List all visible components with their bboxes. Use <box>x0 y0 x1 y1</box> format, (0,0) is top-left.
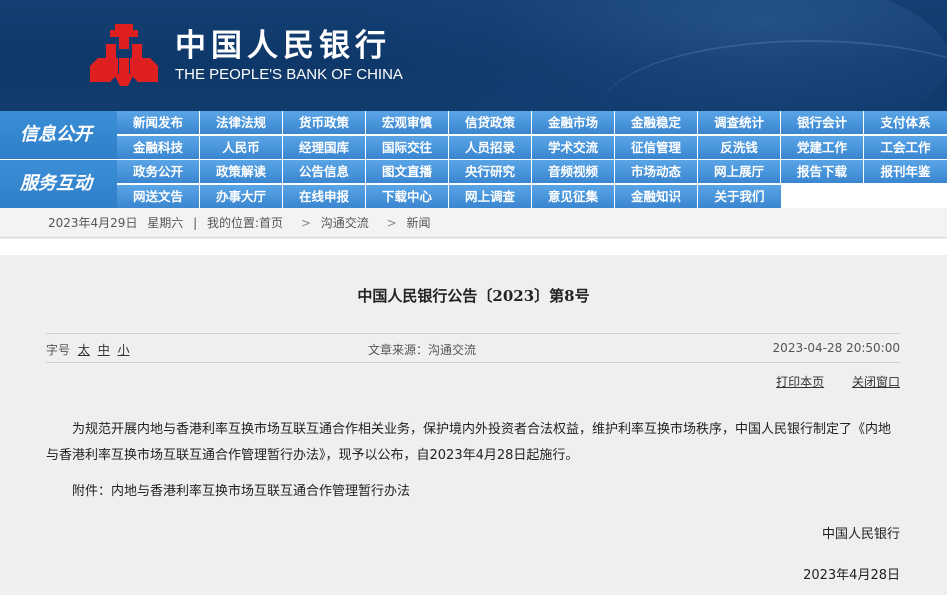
nav-group-info: 信息公开 新闻发布 法律法规 货币政策 宏观审慎 信贷政策 金融市场 金融稳定 … <box>0 111 947 159</box>
article-meta: 字号 太 中 小 文章来源：沟通交流 2023-04-28 20:50:00 <box>46 333 900 363</box>
article-title: 中国人民银行公告〔2023〕第8号 <box>357 287 590 305</box>
nav-item[interactable]: 新闻发布 <box>117 111 200 134</box>
font-size-large-link[interactable]: 太 <box>78 343 90 357</box>
current-date: 2023年4月29日 <box>48 216 138 230</box>
chevron-right-icon: > <box>386 216 397 230</box>
breadcrumb-home-link[interactable]: 首页 <box>259 216 283 230</box>
font-size-controls: 字号 太 中 小 <box>46 341 130 358</box>
article-signature: 中国人民银行 <box>821 527 900 542</box>
nav-row: 新闻发布 法律法规 货币政策 宏观审慎 信贷政策 金融市场 金融稳定 调查统计 … <box>117 111 947 134</box>
nav-item[interactable]: 支付体系 <box>864 111 947 134</box>
nav-item[interactable]: 图文直播 <box>366 160 449 183</box>
font-size-medium-link[interactable]: 中 <box>98 343 110 357</box>
nav-item[interactable]: 网上展厅 <box>698 160 781 183</box>
main-nav: 信息公开 新闻发布 法律法规 货币政策 宏观审慎 信贷政策 金融市场 金融稳定 … <box>0 111 947 208</box>
breadcrumb-divider: | <box>193 216 198 230</box>
nav-item[interactable]: 货币政策 <box>283 111 366 134</box>
article-source: 文章来源：沟通交流 <box>368 343 477 357</box>
nav-item[interactable]: 金融知识 <box>615 185 698 208</box>
nav-item[interactable]: 公告信息 <box>283 160 366 183</box>
nav-item[interactable]: 报告下载 <box>781 160 864 183</box>
nav-group-title: 服务互动 <box>0 160 117 208</box>
nav-item[interactable]: 在线申报 <box>283 185 366 208</box>
pboc-logo-icon[interactable] <box>88 22 160 88</box>
article-attachment: 附件：内地与香港利率互换市场互联互通合作管理暂行办法 <box>72 484 411 499</box>
spacer <box>0 239 947 255</box>
nav-item[interactable]: 调查统计 <box>698 111 781 134</box>
article: 中国人民银行公告〔2023〕第8号 字号 太 中 小 文章来源：沟通交流 202… <box>0 255 947 595</box>
nav-item[interactable]: 征信管理 <box>615 136 698 159</box>
article-tools: 打印本页 关闭窗口 <box>752 373 900 390</box>
nav-item[interactable]: 工会工作 <box>864 136 947 159</box>
nav-item[interactable]: 人民币 <box>200 136 283 159</box>
nav-item[interactable]: 金融稳定 <box>615 111 698 134</box>
nav-item[interactable]: 意见征集 <box>532 185 615 208</box>
nav-group-title: 信息公开 <box>0 111 117 159</box>
nav-item[interactable]: 网上调查 <box>449 185 532 208</box>
nav-item[interactable]: 政策解读 <box>200 160 283 183</box>
site-header: 中国人民银行 THE PEOPLE'S BANK OF CHINA <box>0 0 947 111</box>
nav-item[interactable]: 国际交往 <box>366 136 449 159</box>
breadcrumb-bar: 2023年4月29日 星期六 | 我的位置:首页 > 沟通交流 > 新闻 <box>0 208 947 238</box>
print-page-link[interactable]: 打印本页 <box>776 375 824 389</box>
close-window-link[interactable]: 关闭窗口 <box>852 375 900 389</box>
nav-item[interactable]: 办事大厅 <box>200 185 283 208</box>
nav-item[interactable]: 党建工作 <box>781 136 864 159</box>
current-weekday: 星期六 <box>147 216 184 230</box>
nav-item[interactable]: 金融市场 <box>532 111 615 134</box>
font-size-label: 字号 <box>46 343 71 357</box>
chevron-right-icon: > <box>300 216 311 230</box>
nav-item[interactable]: 反洗钱 <box>698 136 781 159</box>
breadcrumb-current-link[interactable]: 新闻 <box>407 216 431 230</box>
nav-item[interactable]: 市场动态 <box>615 160 698 183</box>
nav-item[interactable]: 宏观审慎 <box>366 111 449 134</box>
nav-item[interactable]: 政务公开 <box>117 160 200 183</box>
location-label: 我的位置: <box>207 216 260 230</box>
nav-item[interactable]: 央行研究 <box>449 160 532 183</box>
article-sign-date: 2023年4月28日 <box>803 568 900 583</box>
nav-item[interactable]: 法律法规 <box>200 111 283 134</box>
nav-item[interactable]: 金融科技 <box>117 136 200 159</box>
nav-row: 政务公开 政策解读 公告信息 图文直播 央行研究 音频视频 市场动态 网上展厅 … <box>117 160 947 183</box>
bank-name-en: THE PEOPLE'S BANK OF CHINA <box>175 66 403 83</box>
nav-item[interactable]: 关于我们 <box>698 185 781 208</box>
nav-item[interactable]: 经理国库 <box>283 136 366 159</box>
font-size-small-link[interactable]: 小 <box>118 343 130 357</box>
nav-item[interactable]: 下载中心 <box>366 185 449 208</box>
nav-row: 金融科技 人民币 经理国库 国际交往 人员招录 学术交流 征信管理 反洗钱 党建… <box>117 136 947 159</box>
nav-item[interactable]: 网送文告 <box>117 185 200 208</box>
article-paragraph: 为规范开展内地与香港利率互换市场互联互通合作相关业务，保护境内外投资者合法权益，… <box>46 422 892 463</box>
nav-group-service: 服务互动 政务公开 政策解读 公告信息 图文直播 央行研究 音频视频 市场动态 … <box>0 160 947 208</box>
nav-item[interactable]: 信贷政策 <box>449 111 532 134</box>
nav-item[interactable]: 音频视频 <box>532 160 615 183</box>
breadcrumb: 2023年4月29日 星期六 | 我的位置:首页 > 沟通交流 > 新闻 <box>48 208 437 238</box>
article-datetime: 2023-04-28 20:50:00 <box>772 341 900 355</box>
bank-name-cn: 中国人民银行 <box>175 28 391 64</box>
nav-item[interactable]: 人员招录 <box>449 136 532 159</box>
nav-row: 网送文告 办事大厅 在线申报 下载中心 网上调查 意见征集 金融知识 关于我们 <box>117 185 947 208</box>
breadcrumb-section-link[interactable]: 沟通交流 <box>321 216 369 230</box>
nav-item[interactable]: 学术交流 <box>532 136 615 159</box>
nav-item[interactable]: 报刊年鉴 <box>864 160 947 183</box>
nav-item[interactable]: 银行会计 <box>781 111 864 134</box>
article-body: 为规范开展内地与香港利率互换市场互联互通合作相关业务，保护境内外投资者合法权益，… <box>46 417 900 505</box>
